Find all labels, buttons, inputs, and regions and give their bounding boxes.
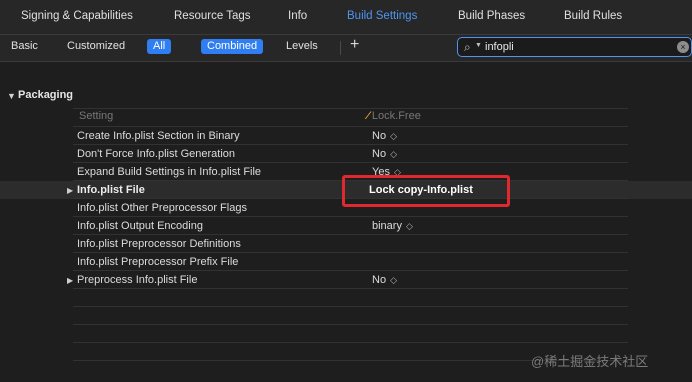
section-title-packaging: Packaging [18,89,74,101]
tab-resource-tags[interactable]: Resource Tags [174,10,251,22]
value-text: No [372,148,387,160]
filter-all-button[interactable]: All [147,39,172,54]
column-header-target: ⁄ Lock.Free [367,110,421,122]
up-down-arrows-icon: ◇ [390,275,397,285]
filter-basic-button[interactable]: Basic [11,40,38,52]
tab-signing-capabilities[interactable]: Signing & Capabilities [21,10,133,22]
row-divider [73,144,628,145]
value-text: binary [372,220,402,232]
up-down-arrows-icon: ◇ [390,149,397,159]
expand-triangle-icon[interactable]: ▶ [67,186,73,195]
tab-build-settings[interactable]: Build Settings [347,10,417,22]
settings-filter-bar: Basic Customized All Combined Levels + ⌕… [0,35,692,62]
filter-customized-button[interactable]: Customized [67,40,125,52]
column-header-target-label: Lock.Free [371,110,421,122]
table-row-value[interactable]: No ◇ [372,148,397,160]
toolbar-divider [340,41,341,55]
row-divider [73,270,628,271]
table-row-value[interactable]: No ◇ [372,274,397,286]
row-divider [73,234,628,235]
tab-info[interactable]: Info [288,10,307,22]
expand-triangle-icon[interactable]: ▶ [67,276,73,285]
table-row-setting-name[interactable]: Don't Force Info.plist Generation [77,148,235,160]
row-divider [73,108,628,109]
table-row-setting-name[interactable]: Info.plist File [77,184,145,196]
row-divider [73,252,628,253]
disclosure-triangle-icon[interactable]: ▼ [7,91,16,101]
table-row-setting-name[interactable]: Info.plist Other Preprocessor Flags [77,202,247,214]
table-row-setting-name[interactable]: Info.plist Output Encoding [77,220,203,232]
search-icon: ⌕ [464,40,471,54]
up-down-arrows-icon: ◇ [390,131,397,141]
table-row-value[interactable]: No ◇ [372,130,397,142]
search-field[interactable]: ⌕ ▼ infopli × [457,37,692,57]
row-divider [73,306,628,307]
up-down-arrows-icon: ◇ [405,221,413,231]
tab-build-phases[interactable]: Build Phases [458,10,525,22]
tab-build-rules[interactable]: Build Rules [564,10,622,22]
value-text: No [372,130,387,142]
annotation-highlight-box [342,175,510,207]
filter-combined-button[interactable]: Combined [201,39,264,54]
table-row-value[interactable]: binary ◇ [372,220,413,232]
clear-search-button[interactable]: × [677,41,689,53]
search-input[interactable]: infopli [485,41,514,53]
row-divider [73,126,628,127]
watermark-text: @稀土掘金技术社区 [531,354,649,369]
table-row-setting-name[interactable]: Expand Build Settings in Info.plist File [77,166,261,178]
chevron-down-icon: ▼ [475,42,482,49]
column-header-setting: Setting [79,110,114,122]
row-divider [73,216,628,217]
row-divider [73,324,628,325]
row-divider [73,162,628,163]
table-row-setting-name[interactable]: Preprocess Info.plist File [77,274,197,286]
row-divider [73,342,628,343]
filter-levels-button[interactable]: Levels [286,40,318,52]
table-row-setting-name[interactable]: Info.plist Preprocessor Prefix File [77,256,238,268]
target-icon: ⁄ [367,110,369,122]
row-divider [73,288,628,289]
value-text: No [372,274,387,286]
add-setting-button[interactable]: + [350,36,359,54]
table-row-setting-name[interactable]: Info.plist Preprocessor Definitions [77,238,241,250]
editor-tab-bar: Signing & Capabilities Resource Tags Inf… [0,0,692,35]
table-row-setting-name[interactable]: Create Info.plist Section in Binary [77,130,240,142]
